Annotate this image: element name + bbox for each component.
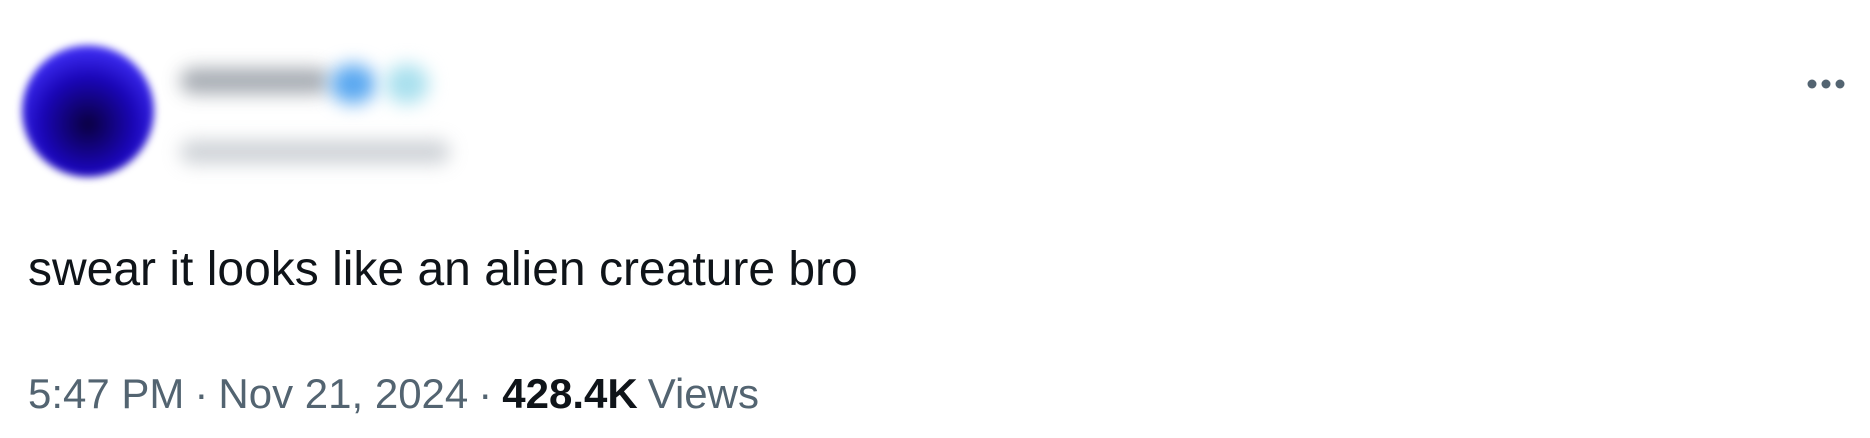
verified-badge-icon [330,64,376,104]
author-handle-blurred[interactable] [180,140,450,164]
views-count[interactable]: 428.4K [502,370,637,417]
tweet: swear it looks like an alien creature br… [0,0,1870,438]
tweet-date[interactable]: Nov 21, 2024 [218,370,468,417]
affiliate-badge-icon [385,64,429,104]
avatar[interactable] [22,45,154,177]
separator-dot: · [478,370,493,417]
more-horizontal-icon [1807,79,1845,89]
views-label: Views [647,370,759,417]
author-name-blurred[interactable] [180,62,440,104]
tweet-metadata: 5:47 PM · Nov 21, 2024 · 428.4K Views [28,369,759,419]
more-options-button[interactable] [1796,66,1856,102]
tweet-time[interactable]: 5:47 PM [28,370,184,417]
tweet-text: swear it looks like an alien creature br… [28,243,858,296]
separator-dot: · [194,370,209,417]
display-name-redacted [180,68,330,94]
